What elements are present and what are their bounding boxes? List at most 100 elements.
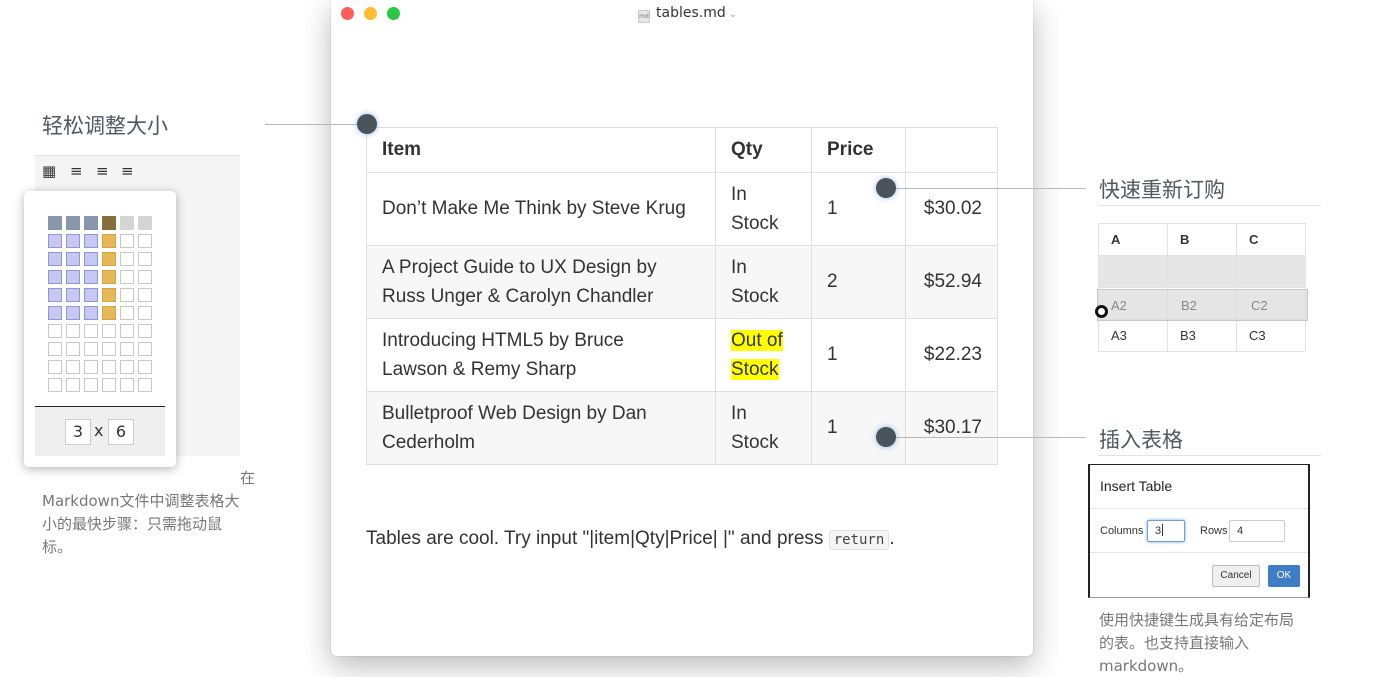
columns-input[interactable]: 3 bbox=[65, 419, 91, 445]
table-cell-item[interactable]: A Project Guide to UX Design by Russ Unge… bbox=[366, 245, 716, 319]
table-cell-item[interactable]: Bulletproof Web Design by Dan Cederholm bbox=[366, 391, 716, 465]
size-grid-cell[interactable] bbox=[120, 288, 134, 302]
cancel-button[interactable]: Cancel bbox=[1212, 565, 1260, 587]
markdown-table: Item Qty Price Don’t Make Me Think by St… bbox=[366, 127, 998, 465]
table-cell-count[interactable]: 1 bbox=[811, 318, 906, 392]
table-cell-item[interactable]: Introducing HTML5 by Bruce Lawson & Remy … bbox=[366, 318, 716, 392]
close-window-button[interactable] bbox=[341, 7, 354, 20]
size-grid-cell[interactable] bbox=[84, 378, 98, 392]
size-grid-cell[interactable] bbox=[138, 270, 152, 284]
table-cell-count[interactable]: 2 bbox=[811, 245, 906, 319]
size-grid-cell[interactable] bbox=[120, 234, 134, 248]
annotation-dot bbox=[876, 178, 896, 198]
size-grid-cell[interactable] bbox=[48, 378, 62, 392]
size-grid-cell[interactable] bbox=[84, 234, 98, 248]
table-header-cell[interactable]: Qty bbox=[715, 127, 812, 173]
size-grid-cell[interactable] bbox=[138, 342, 152, 356]
size-grid-cell[interactable] bbox=[120, 324, 134, 338]
table-grid-icon[interactable]: ▦ bbox=[42, 163, 56, 179]
table-cell-qty[interactable]: In Stock bbox=[715, 172, 812, 246]
size-grid-cell[interactable] bbox=[84, 324, 98, 338]
size-grid-cell[interactable] bbox=[120, 252, 134, 266]
size-grid-cell[interactable] bbox=[66, 216, 80, 230]
size-grid-cell[interactable] bbox=[84, 360, 98, 374]
size-grid-cell[interactable] bbox=[102, 342, 116, 356]
align-right-icon[interactable]: ≡ bbox=[121, 163, 134, 179]
size-grid-cell[interactable] bbox=[102, 288, 116, 302]
size-grid-cell[interactable] bbox=[66, 306, 80, 320]
size-grid-cell[interactable] bbox=[48, 216, 62, 230]
table-cell-qty[interactable]: Out of Stock bbox=[715, 318, 812, 392]
size-grid-cell[interactable] bbox=[120, 378, 134, 392]
table-cell-price[interactable]: $22.23 bbox=[905, 318, 998, 392]
size-grid-cell[interactable] bbox=[102, 252, 116, 266]
size-grid-cell[interactable] bbox=[66, 288, 80, 302]
size-grid-cell[interactable] bbox=[66, 378, 80, 392]
minimize-window-button[interactable] bbox=[364, 7, 377, 20]
size-grid-cell[interactable] bbox=[48, 324, 62, 338]
size-grid-cell[interactable] bbox=[138, 378, 152, 392]
size-grid-cell[interactable] bbox=[66, 234, 80, 248]
table-cell-price[interactable]: $30.17 bbox=[905, 391, 998, 465]
size-grid-cell[interactable] bbox=[120, 360, 134, 374]
document-title[interactable]: md tables.md ⌄ bbox=[638, 5, 737, 23]
size-grid-cell[interactable] bbox=[120, 342, 134, 356]
size-grid-cell[interactable] bbox=[48, 270, 62, 284]
table-header-cell[interactable]: Price bbox=[811, 127, 906, 173]
size-grid-cell[interactable] bbox=[102, 324, 116, 338]
drag-handle[interactable] bbox=[1095, 305, 1108, 318]
size-grid-cell[interactable] bbox=[84, 306, 98, 320]
rows-input[interactable]: 6 bbox=[108, 419, 134, 445]
table-cell-price[interactable]: $52.94 bbox=[905, 245, 998, 319]
table-cell-qty[interactable]: In Stock bbox=[715, 245, 812, 319]
highlighted-text: Out of bbox=[731, 329, 783, 351]
chevron-down-icon[interactable]: ⌄ bbox=[729, 9, 737, 20]
size-grid-cell[interactable] bbox=[138, 234, 152, 248]
size-grid-cell[interactable] bbox=[120, 306, 134, 320]
size-grid-cell[interactable] bbox=[138, 216, 152, 230]
size-grid-cell[interactable] bbox=[102, 234, 116, 248]
columns-input[interactable]: 3 bbox=[1147, 520, 1185, 542]
size-grid-cell[interactable] bbox=[48, 252, 62, 266]
table-header-cell[interactable]: Item bbox=[366, 127, 716, 173]
size-grid-cell[interactable] bbox=[138, 360, 152, 374]
size-grid-cell[interactable] bbox=[120, 216, 134, 230]
size-grid-cell[interactable] bbox=[66, 324, 80, 338]
size-grid-cell[interactable] bbox=[48, 288, 62, 302]
zoom-window-button[interactable] bbox=[387, 7, 400, 20]
table-cell-qty[interactable]: In Stock bbox=[715, 391, 812, 465]
caption-text: 小的最快步骤：只需拖动鼠 bbox=[42, 515, 223, 533]
size-grid-cell[interactable] bbox=[48, 342, 62, 356]
size-grid-cell[interactable] bbox=[48, 360, 62, 374]
ok-button[interactable]: OK bbox=[1268, 565, 1300, 587]
table-cell-item[interactable]: Don’t Make Me Think by Steve Krug bbox=[366, 172, 716, 246]
size-grid-cell[interactable] bbox=[84, 270, 98, 284]
size-grid-cell[interactable] bbox=[84, 342, 98, 356]
rows-input[interactable]: 4 bbox=[1229, 520, 1285, 542]
align-left-icon[interactable]: ≡ bbox=[70, 163, 83, 179]
size-grid-cell[interactable] bbox=[66, 252, 80, 266]
size-grid-cell[interactable] bbox=[138, 252, 152, 266]
size-grid-cell[interactable] bbox=[48, 234, 62, 248]
size-grid-cell[interactable] bbox=[84, 288, 98, 302]
size-grid-cell[interactable] bbox=[48, 306, 62, 320]
size-grid-cell[interactable] bbox=[66, 342, 80, 356]
size-grid-cell[interactable] bbox=[102, 378, 116, 392]
size-grid-cell[interactable] bbox=[66, 360, 80, 374]
align-center-icon[interactable]: ≡ bbox=[96, 163, 109, 179]
size-grid-cell[interactable] bbox=[66, 270, 80, 284]
table-header-cell[interactable] bbox=[905, 127, 998, 173]
size-grid-cell[interactable] bbox=[120, 270, 134, 284]
size-grid-cell[interactable] bbox=[102, 360, 116, 374]
size-grid-cell[interactable] bbox=[102, 270, 116, 284]
size-grid-cell[interactable] bbox=[84, 216, 98, 230]
size-grid-cell[interactable] bbox=[138, 306, 152, 320]
dragging-row[interactable]: A2 B2 C2 bbox=[1097, 289, 1308, 321]
size-grid-cell[interactable] bbox=[102, 216, 116, 230]
size-grid-cell[interactable] bbox=[102, 306, 116, 320]
size-grid-cell[interactable] bbox=[84, 252, 98, 266]
table-cell-price[interactable]: $30.02 bbox=[905, 172, 998, 246]
size-grid-cell[interactable] bbox=[138, 288, 152, 302]
size-grid-cell[interactable] bbox=[138, 324, 152, 338]
annotation-dot bbox=[876, 427, 896, 447]
